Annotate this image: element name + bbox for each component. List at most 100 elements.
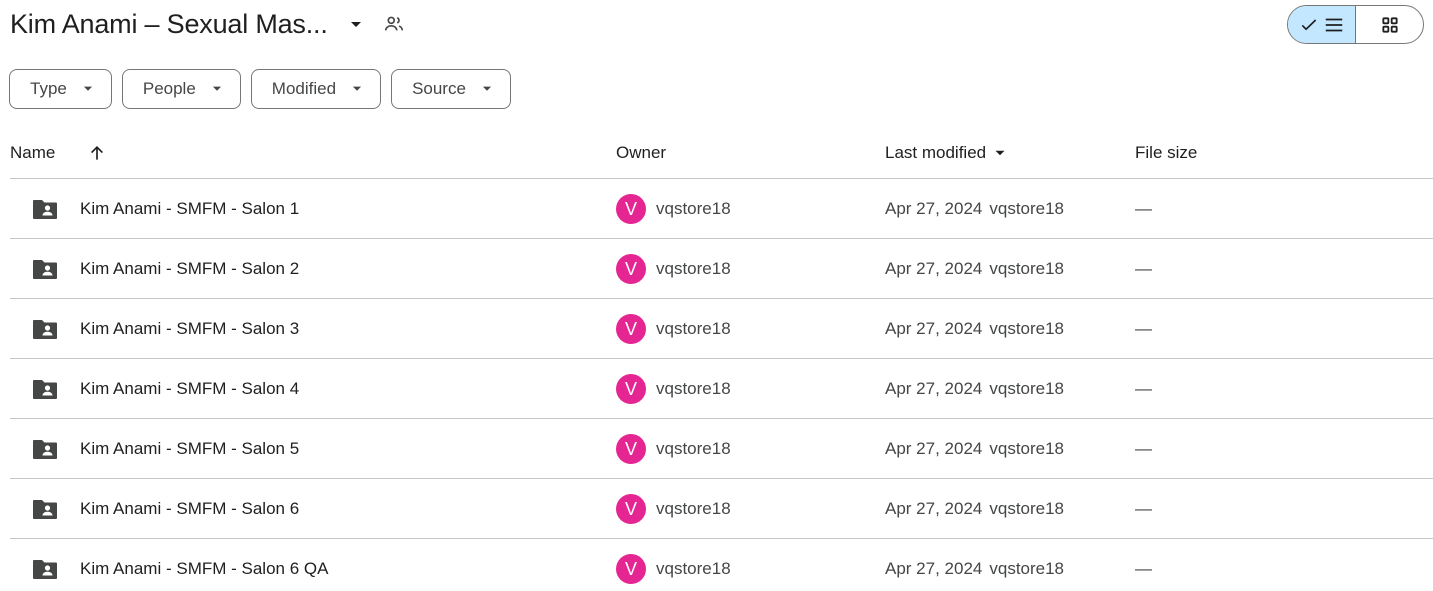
file-size: — xyxy=(1135,379,1152,398)
filter-label: Source xyxy=(412,79,466,98)
modified-date: Apr 27, 2024 xyxy=(885,559,983,578)
table-row[interactable]: Kim Anami - SMFM - Salon 6 Vvqstore18 Ap… xyxy=(10,479,1433,539)
shared-folder-icon xyxy=(32,179,58,239)
arrow-drop-down-icon xyxy=(350,82,364,96)
shared-folder-icon xyxy=(32,539,58,591)
filter-source[interactable]: Source xyxy=(391,69,511,109)
last-modified-cell: Apr 27, 2024 vqstore18 xyxy=(885,419,1064,479)
last-modified-cell: Apr 27, 2024 vqstore18 xyxy=(885,299,1064,359)
grid-view-icon xyxy=(1381,16,1398,33)
modified-by: vqstore18 xyxy=(989,559,1065,578)
table-header: Name Owner Last modified File size xyxy=(10,128,1433,179)
file-size: — xyxy=(1135,439,1152,458)
modified-by: vqstore18 xyxy=(989,379,1065,398)
column-header-file-size[interactable]: File size xyxy=(1135,128,1197,178)
table-row[interactable]: Kim Anami - SMFM - Salon 2 Vvqstore18 Ap… xyxy=(10,239,1433,299)
list-view-button[interactable] xyxy=(1288,6,1356,43)
file-name: Kim Anami - SMFM - Salon 6 QA xyxy=(80,559,329,578)
filter-type[interactable]: Type xyxy=(9,69,112,109)
folder-header: Kim Anami – Sexual Mas... xyxy=(10,0,406,48)
avatar: V xyxy=(616,434,646,464)
check-icon xyxy=(1301,18,1316,30)
modified-by: vqstore18 xyxy=(989,319,1065,338)
filter-modified[interactable]: Modified xyxy=(250,69,382,109)
owner-name: vqstore18 xyxy=(656,319,731,338)
owner-name: vqstore18 xyxy=(656,559,731,578)
table-row[interactable]: Kim Anami - SMFM - Salon 4 Vvqstore18 Ap… xyxy=(10,359,1433,419)
owner-name: vqstore18 xyxy=(656,439,731,458)
modified-date: Apr 27, 2024 xyxy=(885,499,983,518)
table-row[interactable]: Kim Anami - SMFM - Salon 3 Vvqstore18 Ap… xyxy=(10,299,1433,359)
avatar: V xyxy=(616,374,646,404)
avatar: V xyxy=(616,254,646,284)
filter-chips: Type People Modified Source xyxy=(9,69,511,109)
table-row[interactable]: Kim Anami - SMFM - Salon 6 QA Vvqstore18… xyxy=(10,539,1433,591)
arrow-drop-down-icon xyxy=(991,144,1009,162)
column-header-owner[interactable]: Owner xyxy=(616,128,666,178)
arrow-upward-icon[interactable] xyxy=(85,141,109,165)
shared-folder-icon xyxy=(32,419,58,479)
modified-date: Apr 27, 2024 xyxy=(885,259,983,278)
table-row[interactable]: Kim Anami - SMFM - Salon 5 Vvqstore18 Ap… xyxy=(10,419,1433,479)
view-toggle xyxy=(1287,5,1424,44)
file-list: Kim Anami - SMFM - Salon 1 Vvqstore18 Ap… xyxy=(10,179,1433,591)
avatar: V xyxy=(616,494,646,524)
owner-name: vqstore18 xyxy=(656,259,731,278)
modified-by: vqstore18 xyxy=(989,199,1065,218)
owner-cell: Vvqstore18 xyxy=(616,479,731,539)
last-modified-cell: Apr 27, 2024 vqstore18 xyxy=(885,539,1064,591)
filter-label: People xyxy=(142,79,196,98)
owner-cell: Vvqstore18 xyxy=(616,299,731,359)
filter-label: Type xyxy=(30,79,67,98)
shared-folder-icon xyxy=(32,299,58,359)
modified-by: vqstore18 xyxy=(989,259,1065,278)
people-outline-icon[interactable] xyxy=(382,12,406,36)
drive-folder-view: Kim Anami – Sexual Mas... Type People Mo… xyxy=(0,0,1433,591)
shared-folder-icon xyxy=(32,359,58,419)
last-modified-cell: Apr 27, 2024 vqstore18 xyxy=(885,179,1064,239)
avatar: V xyxy=(616,194,646,224)
folder-title[interactable]: Kim Anami – Sexual Mas... xyxy=(10,9,328,40)
modified-date: Apr 27, 2024 xyxy=(885,319,983,338)
modified-date: Apr 27, 2024 xyxy=(885,439,983,458)
file-size: — xyxy=(1135,559,1152,578)
column-header-name[interactable]: Name xyxy=(10,128,55,178)
owner-cell: Vvqstore18 xyxy=(616,239,731,299)
arrow-drop-down-icon[interactable] xyxy=(344,12,368,36)
file-size: — xyxy=(1135,259,1152,278)
modified-by: vqstore18 xyxy=(989,499,1065,518)
file-name: Kim Anami - SMFM - Salon 2 xyxy=(80,259,300,278)
last-modified-cell: Apr 27, 2024 vqstore18 xyxy=(885,479,1064,539)
filter-label: Modified xyxy=(271,79,337,98)
owner-name: vqstore18 xyxy=(656,379,731,398)
owner-name: vqstore18 xyxy=(656,199,731,218)
owner-cell: Vvqstore18 xyxy=(616,179,731,239)
file-name: Kim Anami - SMFM - Salon 6 xyxy=(80,499,300,518)
file-name: Kim Anami - SMFM - Salon 1 xyxy=(80,199,300,218)
table-row[interactable]: Kim Anami - SMFM - Salon 1 Vvqstore18 Ap… xyxy=(10,179,1433,239)
avatar: V xyxy=(616,554,646,584)
file-size: — xyxy=(1135,319,1152,338)
filter-people[interactable]: People xyxy=(121,69,241,109)
file-size: — xyxy=(1135,199,1152,218)
file-name: Kim Anami - SMFM - Salon 4 xyxy=(80,379,300,398)
avatar: V xyxy=(616,314,646,344)
file-name: Kim Anami - SMFM - Salon 3 xyxy=(80,319,300,338)
owner-cell: Vvqstore18 xyxy=(616,359,731,419)
arrow-drop-down-icon xyxy=(480,82,494,96)
shared-folder-icon xyxy=(32,239,58,299)
file-size: — xyxy=(1135,499,1152,518)
column-header-last-modified[interactable]: Last modified xyxy=(885,128,1009,178)
owner-cell: Vvqstore18 xyxy=(616,539,731,591)
owner-cell: Vvqstore18 xyxy=(616,419,731,479)
arrow-drop-down-icon xyxy=(81,82,95,96)
modified-by: vqstore18 xyxy=(989,439,1065,458)
shared-folder-icon xyxy=(32,479,58,539)
modified-date: Apr 27, 2024 xyxy=(885,199,983,218)
owner-name: vqstore18 xyxy=(656,499,731,518)
column-header-label: Last modified xyxy=(885,143,987,162)
modified-date: Apr 27, 2024 xyxy=(885,379,983,398)
grid-view-button[interactable] xyxy=(1356,6,1423,43)
last-modified-cell: Apr 27, 2024 vqstore18 xyxy=(885,359,1064,419)
file-name: Kim Anami - SMFM - Salon 5 xyxy=(80,439,300,458)
